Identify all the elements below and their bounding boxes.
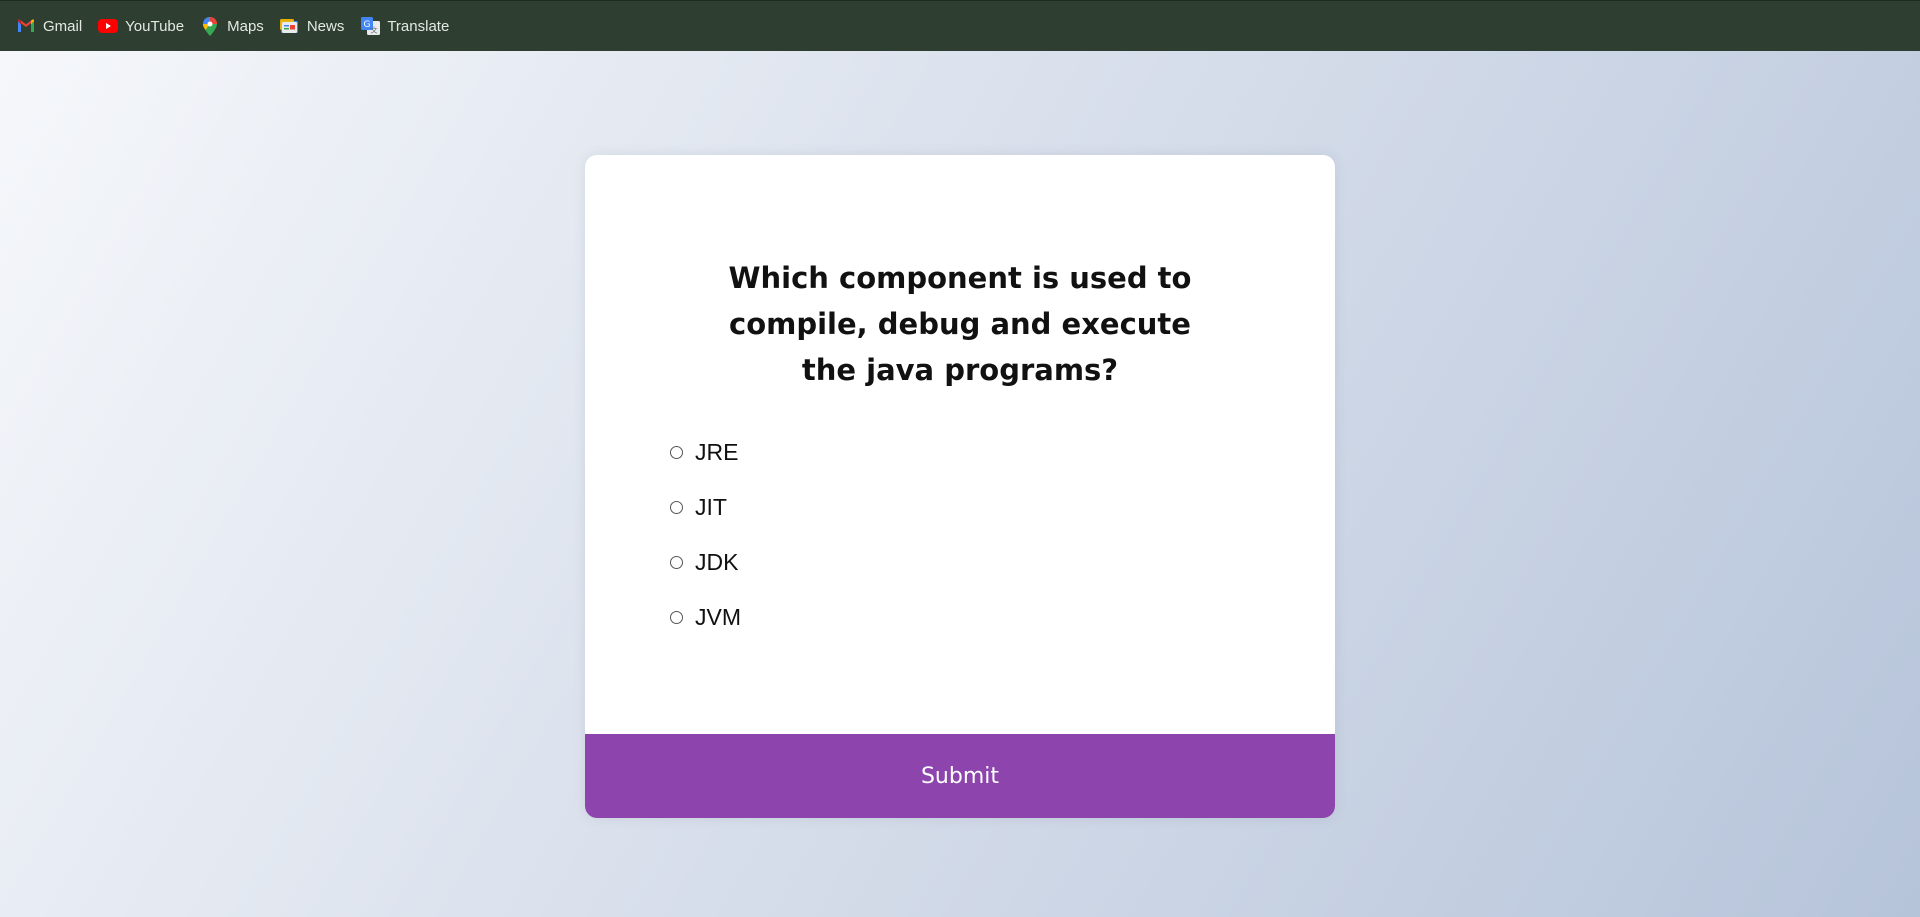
answer-label[interactable]: JDK bbox=[695, 549, 738, 576]
svg-text:文: 文 bbox=[370, 26, 377, 35]
news-icon bbox=[280, 16, 300, 36]
bookmark-label: YouTube bbox=[125, 17, 185, 35]
youtube-icon bbox=[98, 16, 119, 36]
translate-icon: G 文 bbox=[360, 16, 380, 36]
answer-label[interactable]: JRE bbox=[695, 439, 738, 466]
bookmark-youtube[interactable]: YouTube bbox=[96, 10, 190, 42]
answer-label[interactable]: JVM bbox=[695, 604, 741, 631]
svg-text:G: G bbox=[363, 20, 370, 30]
answer-radio[interactable] bbox=[670, 611, 683, 624]
quiz-card: Which component is used to compile, debu… bbox=[585, 155, 1335, 818]
gmail-icon bbox=[16, 16, 36, 36]
answer-label[interactable]: JIT bbox=[695, 494, 727, 521]
answer-option-jdk[interactable]: JDK bbox=[670, 535, 741, 590]
submit-button[interactable]: Submit bbox=[585, 734, 1335, 818]
answer-option-jit[interactable]: JIT bbox=[670, 480, 741, 535]
answer-option-jvm[interactable]: JVM bbox=[670, 590, 741, 645]
bookmark-translate[interactable]: G 文 Translate bbox=[358, 10, 455, 42]
answer-radio[interactable] bbox=[670, 501, 683, 514]
answer-option-jre[interactable]: JRE bbox=[670, 425, 741, 480]
bookmark-label: Maps bbox=[227, 17, 264, 35]
answer-list: JRE JIT JDK JVM bbox=[670, 425, 741, 645]
bookmark-news[interactable]: News bbox=[278, 10, 351, 42]
answer-radio[interactable] bbox=[670, 446, 683, 459]
maps-icon bbox=[200, 16, 220, 36]
bookmark-label: Gmail bbox=[43, 17, 83, 35]
quiz-question: Which component is used to compile, debu… bbox=[728, 261, 1192, 387]
bookmark-maps[interactable]: Maps bbox=[198, 10, 270, 42]
bookmark-label: Translate bbox=[387, 17, 450, 35]
bookmarks-bar: Gmail YouTube Maps News G 文 Translate bbox=[0, 0, 1920, 51]
bookmark-label: News bbox=[306, 17, 345, 35]
bookmark-gmail[interactable]: Gmail bbox=[14, 10, 88, 42]
answer-radio[interactable] bbox=[670, 556, 683, 569]
